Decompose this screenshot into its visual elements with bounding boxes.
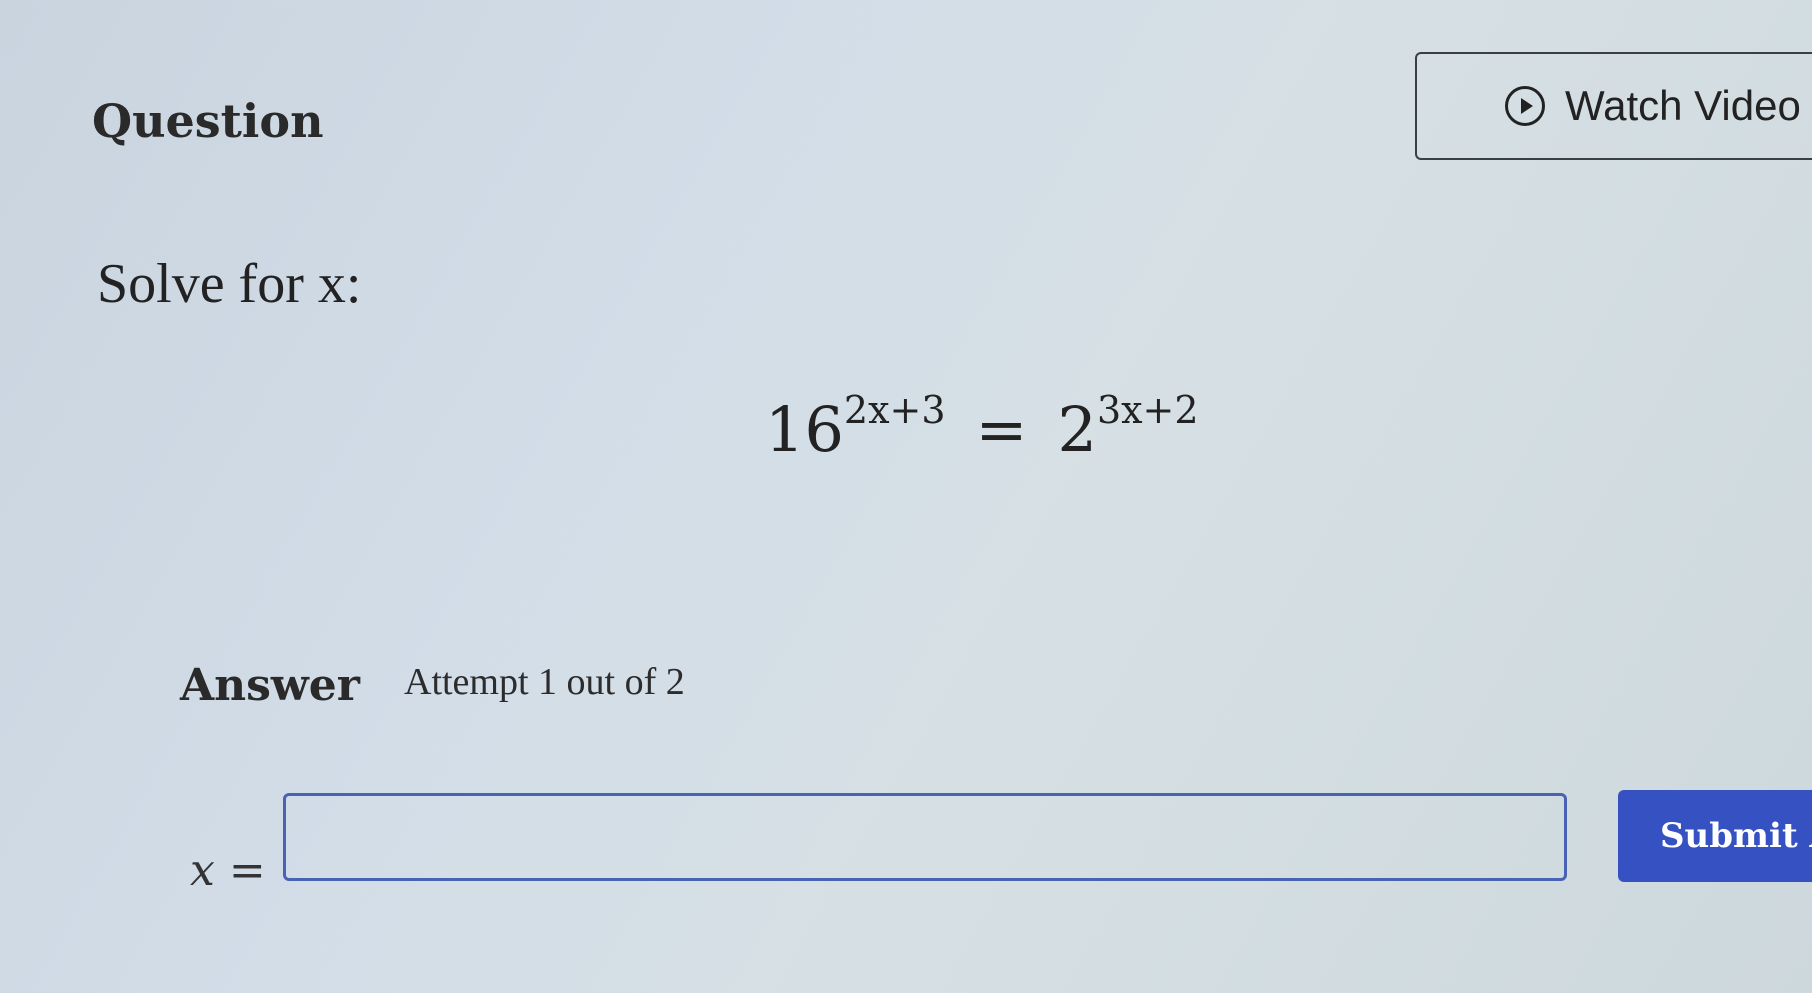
answer-label: Answer [180, 660, 360, 711]
answer-variable: x [190, 845, 215, 896]
submit-answer-button[interactable]: Submit A [1618, 790, 1812, 882]
equation-right-base: 2 [1057, 393, 1097, 466]
watch-video-label: Watch Video [1565, 82, 1801, 129]
attempt-counter: Attempt 1 out of 2 [404, 661, 685, 703]
question-prompt: Solve for x: [97, 253, 362, 315]
answer-equals: = [228, 845, 266, 896]
equation-left-base: 16 [765, 393, 844, 466]
equation-left-exponent: 2x+3 [843, 388, 946, 433]
equation: 162x+3 = 23x+2 [765, 388, 1199, 466]
equation-equals: = [975, 393, 1028, 466]
question-title: Question [92, 94, 324, 148]
answer-input[interactable] [283, 793, 1567, 881]
watch-video-button[interactable]: Watch Video [1415, 52, 1812, 160]
equation-right-exponent: 3x+2 [1096, 388, 1199, 433]
play-circle-icon [1505, 86, 1545, 126]
answer-variable-label: x = [190, 845, 266, 896]
